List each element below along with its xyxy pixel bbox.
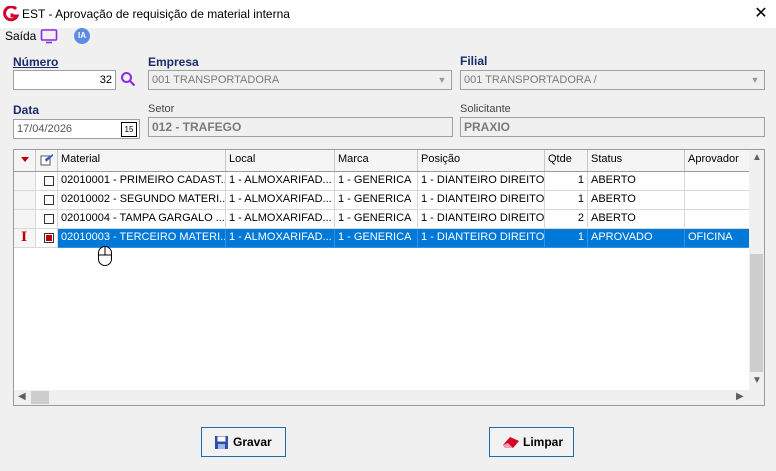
scroll-right-icon[interactable]: ▶ xyxy=(736,391,744,402)
menu-bar: Saída IA xyxy=(0,28,776,46)
data-label: Data xyxy=(13,103,40,117)
row-checkbox-cell[interactable] xyxy=(36,172,58,191)
cell-status[interactable]: ABERTO xyxy=(588,191,685,210)
row-indicator[interactable] xyxy=(14,172,36,191)
cell-material[interactable]: 02010002 - SEGUNDO MATERI... xyxy=(58,191,226,210)
limpar-button[interactable]: Limpar xyxy=(489,427,574,457)
empresa-value: 001 TRANSPORTADORA xyxy=(152,74,280,86)
ia-assistant-icon[interactable]: IA xyxy=(74,28,90,44)
cell-aprovador[interactable]: OFICINA xyxy=(685,229,750,248)
table-row-selected[interactable]: I 02010003 - TERCEIRO MATERI... 1 - ALMO… xyxy=(14,229,750,248)
limpar-label: Limpar xyxy=(523,435,564,449)
materials-grid[interactable]: Material Local Marca Posição Qtde Status… xyxy=(13,149,765,406)
numero-label: Número xyxy=(13,55,59,69)
vertical-scroll-thumb[interactable] xyxy=(750,254,763,372)
gravar-button[interactable]: Gravar xyxy=(201,427,286,457)
cell-qtde[interactable]: 1 xyxy=(545,229,588,248)
data-value: 17/04/2026 xyxy=(17,123,73,135)
scroll-left-icon[interactable]: ◀ xyxy=(18,391,26,402)
cell-marca[interactable]: 1 - GENERICA xyxy=(335,191,418,210)
table-row[interactable]: 02010001 - PRIMEIRO CADAST... 1 - ALMOXA… xyxy=(14,172,750,191)
cell-material[interactable]: 02010001 - PRIMEIRO CADAST... xyxy=(58,172,226,191)
cell-marca[interactable]: 1 - GENERICA xyxy=(335,229,418,248)
numero-field[interactable]: 32 xyxy=(13,70,116,90)
cell-local[interactable]: 1 - ALMOXARIFAD... xyxy=(226,229,335,248)
filial-label: Filial xyxy=(460,54,488,68)
save-floppy-icon xyxy=(215,436,228,449)
horizontal-scrollbar[interactable]: ◀ ▶ xyxy=(14,390,764,405)
sort-indicator-icon[interactable] xyxy=(14,150,36,171)
cell-qtde[interactable]: 1 xyxy=(545,172,588,191)
cell-local[interactable]: 1 - ALMOXARIFAD... xyxy=(226,210,335,229)
app-logo-icon xyxy=(3,6,19,22)
cell-local[interactable]: 1 - ALMOXARIFAD... xyxy=(226,172,335,191)
setor-label: Setor xyxy=(148,103,175,115)
window-title: EST - Aprovação de requisição de materia… xyxy=(22,7,290,21)
solicitante-field: PRAXIO xyxy=(460,117,765,137)
empresa-label: Empresa xyxy=(148,55,199,69)
search-icon[interactable] xyxy=(120,71,136,87)
row-checkbox-cell[interactable] xyxy=(36,229,58,248)
column-header-status[interactable]: Status xyxy=(588,150,685,171)
column-header-local[interactable]: Local xyxy=(226,150,335,171)
column-header-posicao[interactable]: Posição xyxy=(418,150,545,171)
column-header-aprovador[interactable]: Aprovador xyxy=(685,150,750,171)
row-checkbox[interactable] xyxy=(44,214,54,224)
cell-posicao[interactable]: 1 - DIANTEIRO DIREITO xyxy=(418,210,545,229)
row-checkbox-cell[interactable] xyxy=(36,210,58,229)
data-field[interactable]: 17/04/2026 15 xyxy=(13,119,140,139)
check-all-icon[interactable] xyxy=(36,150,58,171)
scroll-up-icon[interactable]: ▲ xyxy=(752,152,762,163)
row-checkbox-cell[interactable] xyxy=(36,191,58,210)
horizontal-scroll-thumb[interactable] xyxy=(31,391,49,404)
eraser-icon xyxy=(503,437,519,448)
menu-item-saida[interactable]: Saída xyxy=(5,29,36,43)
cell-aprovador[interactable] xyxy=(685,210,750,229)
cell-material[interactable]: 02010003 - TERCEIRO MATERI... xyxy=(58,229,226,248)
cell-local[interactable]: 1 - ALMOXARIFAD... xyxy=(226,191,335,210)
filial-select[interactable]: 001 TRANSPORTADORA / ▼ xyxy=(460,70,765,90)
filial-value: 001 TRANSPORTADORA / xyxy=(464,74,597,86)
solicitante-label: Solicitante xyxy=(460,103,511,115)
chevron-down-icon[interactable]: ▼ xyxy=(747,72,763,88)
cell-status[interactable]: ABERTO xyxy=(588,172,685,191)
column-header-material[interactable]: Material xyxy=(58,150,226,171)
cell-material[interactable]: 02010004 - TAMPA GARGALO ... xyxy=(58,210,226,229)
row-indicator[interactable] xyxy=(14,191,36,210)
cell-aprovador[interactable] xyxy=(685,191,750,210)
cell-posicao[interactable]: 1 - DIANTEIRO DIREITO xyxy=(418,191,545,210)
row-checkbox[interactable] xyxy=(44,195,54,205)
table-row[interactable]: 02010002 - SEGUNDO MATERI... 1 - ALMOXAR… xyxy=(14,191,750,210)
column-header-qtde[interactable]: Qtde xyxy=(545,150,588,171)
title-bar: EST - Aprovação de requisição de materia… xyxy=(0,0,776,28)
row-checkbox[interactable] xyxy=(44,176,54,186)
gravar-label: Gravar xyxy=(233,435,272,449)
cell-qtde[interactable]: 1 xyxy=(545,191,588,210)
cell-qtde[interactable]: 2 xyxy=(545,210,588,229)
row-edit-cursor-icon[interactable]: I xyxy=(14,229,36,248)
cell-posicao[interactable]: 1 - DIANTEIRO DIREITO xyxy=(418,229,545,248)
empresa-select[interactable]: 001 TRANSPORTADORA ▼ xyxy=(148,70,452,90)
row-checkbox-checked[interactable] xyxy=(44,233,54,243)
cell-status[interactable]: APROVADO xyxy=(588,229,685,248)
row-indicator[interactable] xyxy=(14,210,36,229)
mouse-cursor-icon xyxy=(98,246,112,266)
close-button[interactable]: ✕ xyxy=(748,2,774,26)
cell-aprovador[interactable] xyxy=(685,172,750,191)
cell-posicao[interactable]: 1 - DIANTEIRO DIREITO xyxy=(418,172,545,191)
monitor-icon[interactable] xyxy=(40,28,58,44)
setor-field: 012 - TRAFEGO xyxy=(148,117,453,137)
calendar-icon[interactable]: 15 xyxy=(121,122,137,137)
cell-status[interactable]: ABERTO xyxy=(588,210,685,229)
scroll-down-icon[interactable]: ▼ xyxy=(752,375,762,386)
vertical-scrollbar[interactable]: ▲ ▼ xyxy=(749,150,764,390)
grid-header: Material Local Marca Posição Qtde Status… xyxy=(14,150,750,172)
table-row[interactable]: 02010004 - TAMPA GARGALO ... 1 - ALMOXAR… xyxy=(14,210,750,229)
column-header-marca[interactable]: Marca xyxy=(335,150,418,171)
chevron-down-icon[interactable]: ▼ xyxy=(434,72,450,88)
cell-marca[interactable]: 1 - GENERICA xyxy=(335,172,418,191)
cell-marca[interactable]: 1 - GENERICA xyxy=(335,210,418,229)
